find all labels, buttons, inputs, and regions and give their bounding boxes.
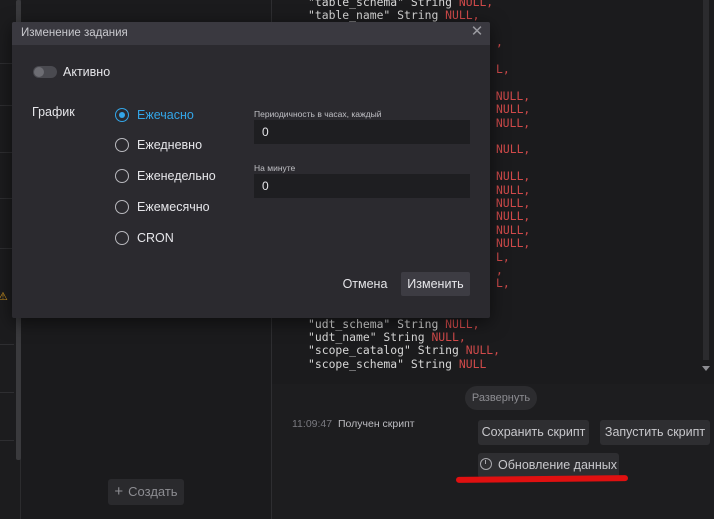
toggle-knob xyxy=(34,67,44,77)
null-keyword: NULL, xyxy=(495,196,531,210)
log-message: Получен скрипт xyxy=(338,418,415,430)
code-line: NULL, xyxy=(496,222,544,237)
code-line: "scope_catalog" String NULL, xyxy=(308,344,500,357)
scroll-down-icon[interactable] xyxy=(702,366,710,371)
edit-job-dialog: Изменение задания ✕ Активно График Ежеча… xyxy=(12,22,490,318)
null-keyword: L, xyxy=(496,276,510,291)
radio-button[interactable] xyxy=(115,169,129,183)
code-text: "udt_name" String xyxy=(308,330,432,344)
code-line: , xyxy=(496,35,544,50)
active-toggle[interactable] xyxy=(33,66,57,78)
radio-label: Еженедельно xyxy=(137,169,216,183)
schedule-label: График xyxy=(32,105,75,119)
null-keyword: NULL, xyxy=(495,88,531,103)
radio-button[interactable] xyxy=(115,231,129,245)
code-text: "table_name" String xyxy=(308,8,446,23)
null-keyword: NULL, xyxy=(496,169,531,184)
code-scrollbar-thumb[interactable] xyxy=(703,0,709,360)
divider xyxy=(0,392,14,393)
code-line: NULL, xyxy=(496,182,544,197)
cancel-button[interactable]: Отмена xyxy=(338,272,392,296)
null-keyword: NULL, xyxy=(496,182,531,197)
null-keyword: NULL, xyxy=(465,343,501,358)
log-time: 11:09:47 xyxy=(292,418,333,430)
code-line: L, xyxy=(496,249,544,264)
divider xyxy=(0,440,14,441)
code-text: "scope_schema" String xyxy=(308,356,459,371)
submit-button[interactable]: Изменить xyxy=(401,272,470,296)
null-keyword: , xyxy=(496,263,503,277)
refresh-data-button[interactable]: Обновление данных xyxy=(478,453,619,478)
radio-label: CRON xyxy=(137,231,174,245)
code-line: "udt_schema" String NULL, xyxy=(308,316,480,331)
refresh-data-label: Обновление данных xyxy=(498,458,617,472)
null-keyword: NULL, xyxy=(496,236,531,251)
code-text: "udt_schema" String xyxy=(308,316,446,331)
dialog-title: Изменение задания xyxy=(21,27,128,39)
radio-label: Ежечасно xyxy=(137,108,194,122)
code-line: "scope_schema" String NULL xyxy=(308,356,487,371)
radio-button[interactable] xyxy=(115,200,129,214)
null-keyword: NULL, xyxy=(431,330,466,344)
minute-input[interactable]: 0 xyxy=(254,174,470,198)
code-text: "scope_catalog" String xyxy=(308,343,466,358)
code-line: L, xyxy=(496,62,544,76)
null-keyword: NULL, xyxy=(496,142,531,157)
code-line: "table_name" String NULL, xyxy=(308,9,479,22)
null-keyword: NULL, xyxy=(445,316,480,331)
radio-button[interactable] xyxy=(115,138,129,152)
null-keyword: L, xyxy=(496,62,510,76)
create-button-label: Создать xyxy=(128,484,178,499)
period-input[interactable]: 0 xyxy=(254,120,470,144)
null-keyword: , xyxy=(496,35,503,50)
code-line: NULL, xyxy=(496,143,544,156)
null-keyword: L, xyxy=(496,249,510,264)
close-icon[interactable]: ✕ xyxy=(470,24,484,39)
code-line: g NULL, xyxy=(482,196,544,210)
app-root: ⚠ + Создать "table_schema" String NULL, "t… xyxy=(0,0,714,519)
null-keyword: NULL, xyxy=(496,102,531,117)
run-script-button[interactable]: Запустить скрипт xyxy=(600,420,710,445)
period-label: Периодичность в часах, каждый xyxy=(254,109,382,119)
clock-icon xyxy=(480,458,493,470)
code-line: NULL, xyxy=(496,210,544,223)
expand-button[interactable]: Развернуть xyxy=(465,386,537,410)
create-button[interactable]: + Создать xyxy=(108,479,184,505)
null-keyword: NULL, xyxy=(495,115,531,130)
code-line: NULL, xyxy=(496,236,544,251)
annotation-underline xyxy=(455,475,629,483)
radio-button[interactable] xyxy=(115,108,129,122)
code-line: NULL, xyxy=(496,169,544,184)
dialog-header: Изменение задания ✕ xyxy=(12,22,490,45)
null-keyword: NULL xyxy=(458,356,487,371)
save-script-button[interactable]: Сохранить скрипт xyxy=(478,420,589,445)
null-keyword: NULL, xyxy=(445,8,480,23)
code-line: "udt_name" String NULL, xyxy=(308,330,466,344)
code-scrollbar[interactable] xyxy=(700,0,714,384)
null-keyword: NULL, xyxy=(496,222,531,237)
code-line: NULL, xyxy=(496,102,544,117)
code-line: L, xyxy=(496,277,544,290)
radio-label: Ежедневно xyxy=(137,138,203,152)
warning-icon: ⚠ xyxy=(0,291,8,303)
code-line: , xyxy=(496,263,544,277)
minute-label: На минуте xyxy=(254,163,296,173)
null-keyword: NULL, xyxy=(496,209,531,224)
plus-icon: + xyxy=(114,483,124,500)
radio-label: Ежемесячно xyxy=(137,200,210,214)
active-label: Активно xyxy=(63,65,111,79)
divider xyxy=(0,344,14,345)
